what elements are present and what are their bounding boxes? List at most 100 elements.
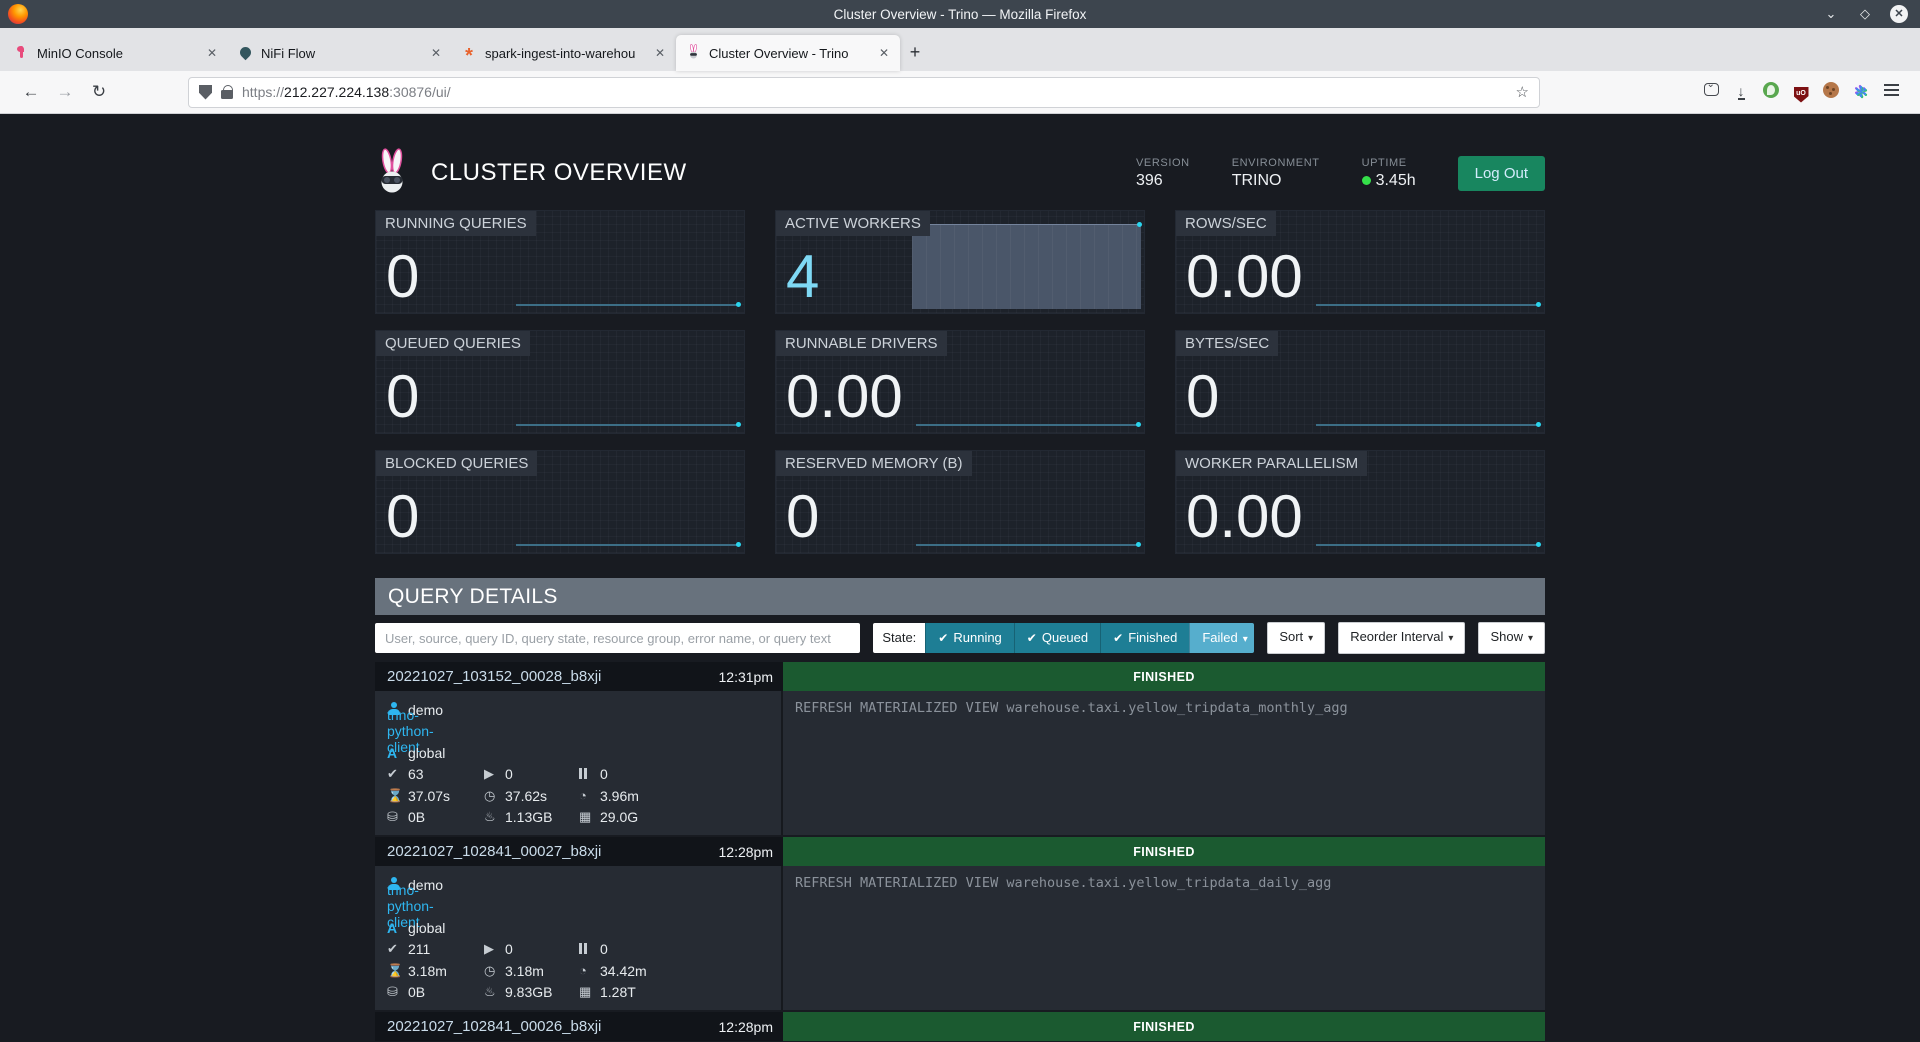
query-user: demo <box>387 874 773 896</box>
stat-label: RUNNABLE DRIVERS <box>776 331 947 356</box>
url-bar[interactable]: https://212.227.224.138:30876/ui/ ☆ <box>188 77 1540 108</box>
colorful-extension-icon[interactable]: ✻ <box>1846 83 1876 102</box>
state-filter-group: State: ✔Running✔Queued✔FinishedFailed▾ <box>873 623 1254 653</box>
query-id-link[interactable]: 20221027_102841_00027_b8xji <box>387 843 601 860</box>
query-stat: ⛁0B <box>387 809 484 825</box>
query-detail-panel: demotrino-python-clientAglobal✔211▶00⌛3.… <box>375 866 783 1010</box>
sparkline-chart <box>1316 424 1539 426</box>
forward-button[interactable]: → <box>48 82 82 102</box>
stat-label: BLOCKED QUERIES <box>376 451 537 476</box>
hourglass-icon: ⌛ <box>387 788 408 804</box>
state-filter-label: State: <box>873 623 925 653</box>
window-close-icon[interactable]: ✕ <box>1890 5 1908 23</box>
stat-tile: ROWS/SEC 0.00 <box>1175 210 1545 314</box>
storage-icon: ⛁ <box>387 984 408 1000</box>
sparkline-chart <box>1316 544 1539 546</box>
trino-icon <box>684 44 702 62</box>
stat-tile: BYTES/SEC 0 <box>1175 330 1545 434</box>
reload-button[interactable]: ↻ <box>82 82 116 102</box>
window-titlebar: Cluster Overview - Trino — Mozilla Firef… <box>0 0 1920 28</box>
query-stat: ✔63 <box>387 766 484 782</box>
state-filter-running[interactable]: ✔Running <box>925 623 1014 653</box>
gauge-icon: ◔ <box>579 963 600 978</box>
pause-icon <box>579 942 600 957</box>
cookie-extension-icon[interactable] <box>1816 82 1846 103</box>
query-status-badge: FINISHED <box>783 837 1545 866</box>
tab-close-icon[interactable]: ✕ <box>204 46 220 60</box>
query-list: 20221027_103152_00028_b8xji 12:31pm FINI… <box>375 662 1545 1041</box>
browser-tab[interactable]: Cluster Overview - Trino ✕ <box>676 35 900 71</box>
stat-tile: ACTIVE WORKERS 4 <box>775 210 1145 314</box>
stat-value: 0.00 <box>1186 487 1303 547</box>
query-sql-text: REFRESH MATERIALIZED VIEW warehouse.taxi… <box>783 691 1545 835</box>
new-tab-button[interactable]: + <box>900 35 930 71</box>
query-status-badge: FINISHED <box>783 662 1545 691</box>
state-filter-queued[interactable]: ✔Queued <box>1014 623 1100 653</box>
ublock-origin-icon[interactable]: uO <box>1786 82 1816 103</box>
tracking-shield-icon[interactable] <box>199 85 212 100</box>
query-time: 12:28pm <box>719 844 773 860</box>
play-icon: ▶ <box>484 766 505 782</box>
state-filter-failed[interactable]: Failed▾ <box>1189 623 1254 653</box>
hourglass-icon: ⌛ <box>387 963 408 979</box>
browser-tab[interactable]: * spark-ingest-into-warehou ✕ <box>452 35 676 71</box>
pocket-icon[interactable] <box>1696 83 1726 101</box>
storage-icon: ⛁ <box>387 809 408 825</box>
stat-label: ACTIVE WORKERS <box>776 211 930 236</box>
stat-label: ROWS/SEC <box>1176 211 1276 236</box>
query-search-input[interactable] <box>375 623 860 653</box>
flame-icon: ♨ <box>484 809 505 825</box>
query-id-link[interactable]: 20221027_103152_00028_b8xji <box>387 668 601 685</box>
query-stat: ♨1.13GB <box>484 809 579 825</box>
gauge-icon: ◔ <box>579 788 600 803</box>
download-icon[interactable]: ↓ <box>1726 83 1756 101</box>
lock-icon[interactable] <box>221 90 233 99</box>
stat-tile: RUNNING QUERIES 0 <box>375 210 745 314</box>
window-maximize-icon[interactable]: ◇ <box>1856 6 1874 22</box>
stat-value: 0 <box>1186 367 1219 427</box>
sparkline-chart <box>516 544 739 546</box>
show-dropdown[interactable]: Show▾ <box>1478 622 1545 654</box>
pause-icon <box>579 767 600 782</box>
query-resource-group: Aglobal <box>387 917 773 939</box>
query-resource-group: Aglobal <box>387 742 773 764</box>
query-id-link[interactable]: 20221027_102841_00026_b8xji <box>387 1018 601 1035</box>
query-time: 12:28pm <box>719 1019 773 1035</box>
trino-bunny-logo <box>375 148 409 199</box>
url-text: https://212.227.224.138:30876/ui/ <box>242 84 451 100</box>
query-stat: ◔34.42m <box>579 963 773 979</box>
browser-tab[interactable]: MinIO Console ✕ <box>4 35 228 71</box>
spark-icon: * <box>460 46 478 61</box>
reorder-interval-dropdown[interactable]: Reorder Interval▾ <box>1338 622 1465 654</box>
browser-tab[interactable]: NiFi Flow ✕ <box>228 35 452 71</box>
sort-dropdown[interactable]: Sort▾ <box>1267 622 1325 654</box>
menu-icon[interactable] <box>1876 83 1906 101</box>
sparkline-chart <box>916 424 1139 426</box>
sparkline-area-chart <box>912 224 1141 309</box>
clock-icon: ◷ <box>484 963 505 979</box>
stat-tile: QUEUED QUERIES 0 <box>375 330 745 434</box>
query-row: 20221027_102841_00027_b8xji 12:28pm FINI… <box>375 837 1545 1010</box>
stat-value: 0 <box>386 247 419 307</box>
cluster-meta-environment: ENVIRONMENTTRINO <box>1232 157 1320 190</box>
bookmark-star-icon[interactable]: ☆ <box>1516 83 1529 101</box>
logout-button[interactable]: Log Out <box>1458 156 1545 191</box>
stat-tile: RESERVED MEMORY (B) 0 <box>775 450 1145 554</box>
stat-value: 0 <box>386 487 419 547</box>
state-filter-finished[interactable]: ✔Finished <box>1100 623 1189 653</box>
query-stat: ◷37.62s <box>484 788 579 804</box>
query-source: trino-python-client <box>387 896 773 918</box>
tab-close-icon[interactable]: ✕ <box>876 46 892 60</box>
stat-tile: WORKER PARALLELISM 0.00 <box>1175 450 1545 554</box>
stat-label: BYTES/SEC <box>1176 331 1278 356</box>
query-sql-text: REFRESH MATERIALIZED VIEW warehouse.taxi… <box>783 866 1545 1010</box>
back-button[interactable]: ← <box>14 82 48 102</box>
query-status-badge: FINISHED <box>783 1012 1545 1041</box>
tab-close-icon[interactable]: ✕ <box>652 46 668 60</box>
tab-close-icon[interactable]: ✕ <box>428 46 444 60</box>
query-stat: ♨9.83GB <box>484 984 579 1000</box>
stat-value: 4 <box>786 247 819 307</box>
adblocker-icon[interactable] <box>1756 82 1786 103</box>
query-stat: ▦1.28T <box>579 984 773 1000</box>
window-minimize-icon[interactable]: ⌄ <box>1822 6 1840 22</box>
